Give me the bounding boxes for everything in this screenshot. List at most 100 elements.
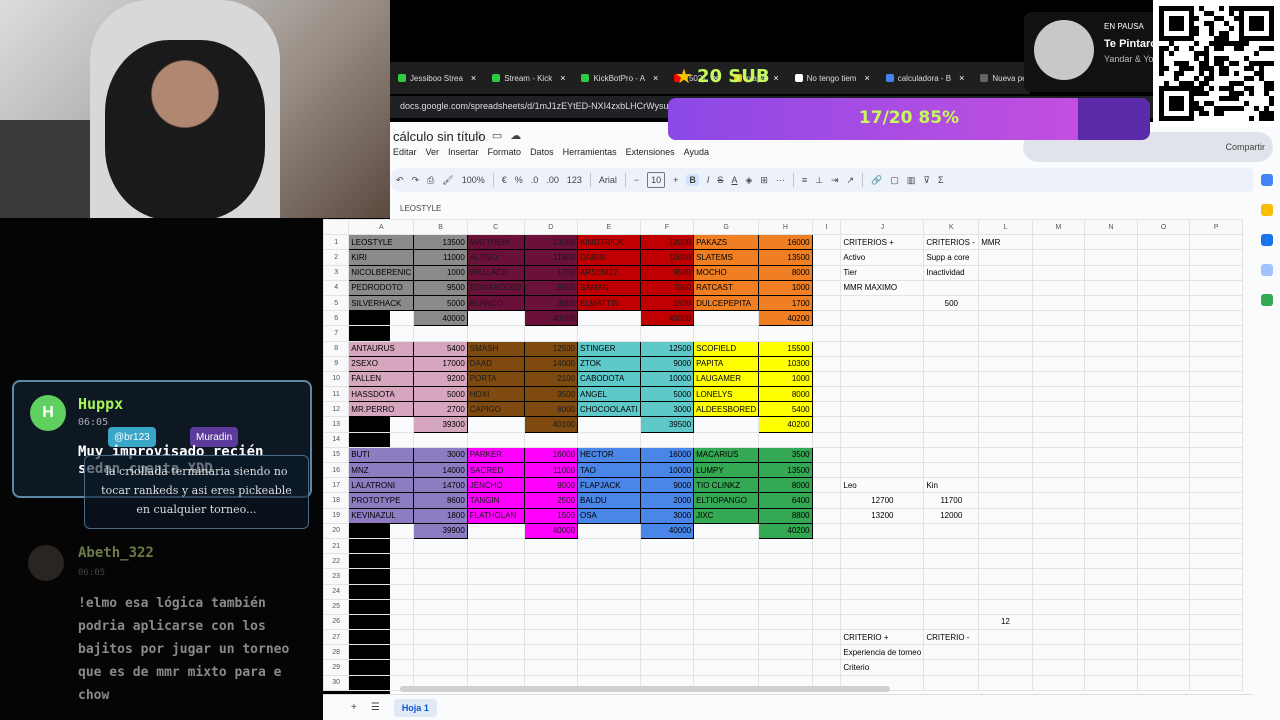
row-header[interactable]: 16 xyxy=(322,461,350,479)
cell[interactable] xyxy=(1136,370,1191,388)
cell[interactable] xyxy=(978,249,1033,266)
cell[interactable] xyxy=(811,461,842,479)
cell[interactable] xyxy=(811,446,842,464)
cell[interactable] xyxy=(811,325,842,342)
horizontal-scrollbar[interactable] xyxy=(400,686,890,692)
cell[interactable] xyxy=(923,613,980,631)
menu-item[interactable]: Datos xyxy=(530,147,554,157)
cell[interactable] xyxy=(1136,492,1191,509)
strikethrough-button[interactable]: S xyxy=(717,175,723,185)
cell[interactable] xyxy=(348,613,415,631)
cell[interactable] xyxy=(1136,598,1191,615)
cell[interactable] xyxy=(923,583,980,600)
cell[interactable] xyxy=(1031,370,1086,388)
cell[interactable] xyxy=(466,522,525,539)
cell[interactable] xyxy=(348,416,415,433)
cell[interactable]: FLATHOLAN xyxy=(466,507,525,524)
cell[interactable]: 8000 xyxy=(758,477,813,494)
column-header[interactable]: H xyxy=(758,218,813,236)
column-header[interactable]: O xyxy=(1136,218,1191,236)
cell[interactable] xyxy=(639,553,695,570)
cell[interactable]: 40000 xyxy=(639,522,695,539)
cell[interactable] xyxy=(811,294,842,312)
row-header[interactable]: 2 xyxy=(322,249,350,266)
cell[interactable] xyxy=(1136,386,1191,403)
cell[interactable] xyxy=(576,325,641,342)
row-header[interactable]: 20 xyxy=(322,522,350,539)
cell[interactable] xyxy=(978,325,1033,342)
cell[interactable] xyxy=(811,659,842,676)
cell[interactable] xyxy=(1084,477,1138,494)
cell[interactable]: 9000 xyxy=(639,477,695,494)
cell[interactable] xyxy=(1189,401,1243,418)
cell[interactable] xyxy=(1031,568,1086,585)
cell[interactable] xyxy=(758,583,813,600)
comment-icon[interactable]: ▢ xyxy=(890,175,899,186)
cell[interactable]: BLANCO xyxy=(466,294,525,312)
cell[interactable] xyxy=(693,598,760,615)
cell[interactable] xyxy=(811,370,842,388)
row-header[interactable]: 21 xyxy=(322,537,350,555)
cell[interactable] xyxy=(413,325,468,342)
browser-tab[interactable]: KickBotPro - A × xyxy=(573,64,666,92)
cell[interactable] xyxy=(1189,568,1243,585)
cell[interactable] xyxy=(978,279,1033,296)
cell[interactable]: CRITERIO - xyxy=(923,629,980,646)
cell[interactable]: 16000 xyxy=(639,446,695,464)
browser-tab[interactable]: Stream - Kick × xyxy=(484,64,573,92)
cell[interactable] xyxy=(1084,461,1138,479)
cell[interactable] xyxy=(811,416,842,433)
row-header[interactable]: 6 xyxy=(322,310,350,327)
formula-bar[interactable]: LEOSTYLE xyxy=(390,200,1258,218)
cell[interactable]: ALDEESBORED xyxy=(693,401,760,418)
cell[interactable] xyxy=(348,522,415,539)
all-sheets-icon[interactable]: ☰ xyxy=(371,702,380,713)
cell[interactable] xyxy=(1136,629,1191,646)
cell[interactable] xyxy=(639,568,695,585)
cell[interactable] xyxy=(758,659,813,676)
cell[interactable]: 12000 xyxy=(639,234,695,251)
cell[interactable]: 2000 xyxy=(639,492,695,509)
cell[interactable] xyxy=(978,659,1033,676)
cell[interactable] xyxy=(758,568,813,585)
cell[interactable] xyxy=(1031,386,1086,403)
cell[interactable]: PAKAZS xyxy=(693,234,760,251)
cell[interactable] xyxy=(978,355,1033,372)
cell[interactable]: 10000 xyxy=(639,249,695,266)
cell[interactable] xyxy=(840,583,925,600)
cell[interactable] xyxy=(1084,492,1138,509)
cell[interactable] xyxy=(811,537,842,555)
cell[interactable]: 5400 xyxy=(413,340,468,357)
cell[interactable] xyxy=(1136,249,1191,266)
cell[interactable] xyxy=(1136,568,1191,585)
cell[interactable] xyxy=(1189,461,1243,479)
menu-item[interactable]: Extensiones xyxy=(626,147,675,157)
cell[interactable] xyxy=(348,568,415,585)
row-header[interactable]: 30 xyxy=(322,674,350,691)
cell[interactable] xyxy=(1031,583,1086,600)
cloud-icon[interactable]: ☁ xyxy=(510,129,521,142)
row-header[interactable]: 17 xyxy=(322,477,350,494)
keep-icon[interactable] xyxy=(1260,204,1273,216)
cell[interactable] xyxy=(1084,325,1138,342)
font-size-input[interactable]: 10 xyxy=(647,172,666,188)
cell[interactable]: 12 xyxy=(978,613,1033,631)
wrap-icon[interactable]: ⇥ xyxy=(831,175,839,186)
cell[interactable] xyxy=(1031,613,1086,631)
cell[interactable] xyxy=(1031,477,1086,494)
column-header[interactable]: D xyxy=(523,218,578,236)
cell[interactable]: Tier xyxy=(840,264,925,281)
cell[interactable] xyxy=(523,568,578,585)
cell[interactable] xyxy=(1084,568,1138,585)
cell[interactable] xyxy=(1189,340,1243,357)
cell[interactable]: JIXC xyxy=(693,507,760,524)
text-color-button[interactable]: A xyxy=(731,175,737,185)
cell[interactable]: 13000 xyxy=(523,234,578,251)
cell[interactable]: 9500 xyxy=(639,264,695,281)
cell[interactable] xyxy=(1084,598,1138,615)
cell[interactable] xyxy=(466,537,525,555)
cell[interactable] xyxy=(576,598,641,615)
cell[interactable]: 40200 xyxy=(758,310,813,327)
cell[interactable] xyxy=(811,264,842,281)
cell[interactable] xyxy=(1136,325,1191,342)
